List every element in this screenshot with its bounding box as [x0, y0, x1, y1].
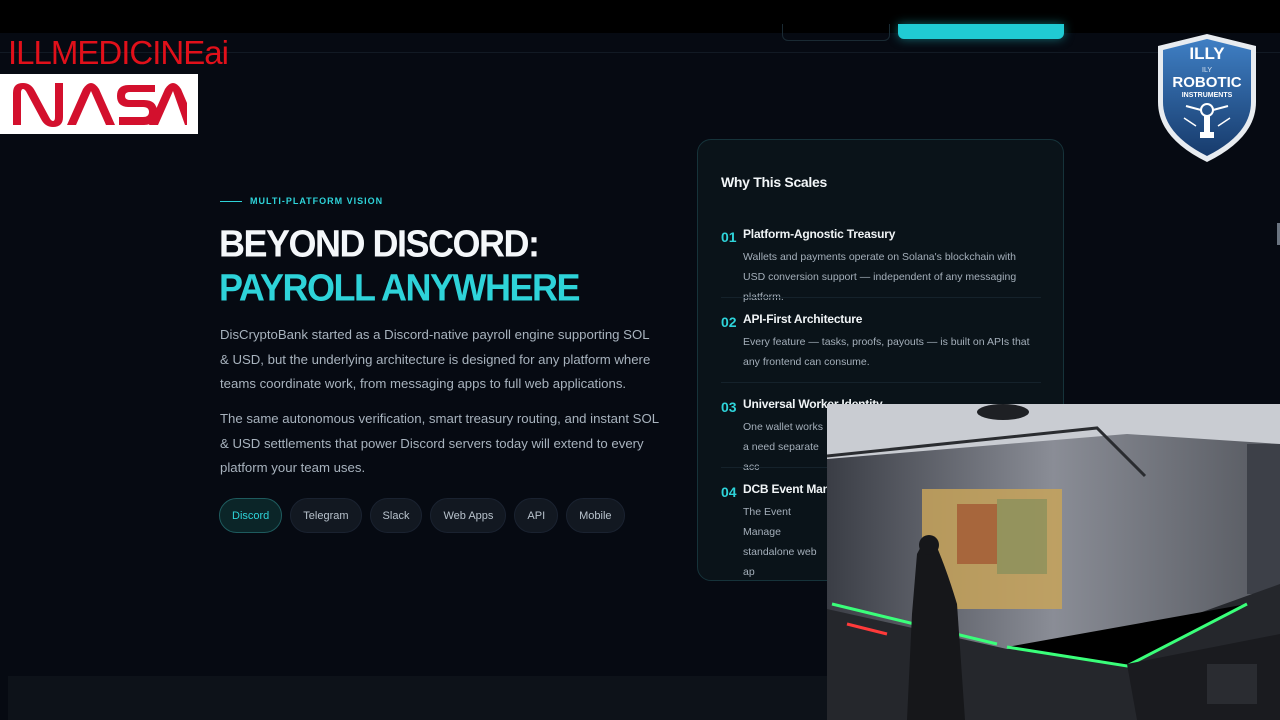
item-number: 02: [721, 314, 737, 330]
nav-secondary-button[interactable]: [782, 24, 890, 41]
badge-line4: INSTRUMENTS: [1182, 92, 1233, 99]
item-divider: [721, 382, 1041, 383]
item-description: Every feature — tasks, proofs, payouts —…: [743, 336, 1030, 368]
badge-line1: ILLY: [1189, 44, 1225, 63]
chip-api[interactable]: API: [514, 498, 559, 533]
eyebrow-line: [220, 200, 242, 202]
heading-line2: PAYROLL ANYWHERE: [219, 266, 581, 310]
illmedicine-watermark: ILLMEDICINEai: [8, 34, 229, 71]
illy-robotic-instruments-badge: ILLY ILY ROBOTIC INSTRUMENTS: [1154, 32, 1260, 164]
item-title: DCB Event Mana: [743, 482, 837, 496]
chip-discord[interactable]: Discord: [219, 498, 283, 533]
video-top-bar: [0, 0, 1280, 33]
item-number: 03: [721, 399, 737, 415]
item-description: Wallets and payments operate on Solana's…: [743, 251, 1017, 303]
section-eyebrow: MULTI-PLATFORM VISION: [220, 196, 383, 206]
item-description: One wallet works a need separate acc: [743, 421, 823, 473]
item-number: 01: [721, 229, 737, 245]
chip-telegram[interactable]: Telegram: [290, 498, 362, 533]
item-number: 04: [721, 484, 737, 500]
item-title: API-First Architecture: [743, 312, 863, 326]
platform-chips: Discord Telegram Slack Web Apps API Mobi…: [219, 498, 625, 533]
heading-line1: BEYOND DISCORD:: [219, 221, 540, 265]
vision-paragraph: The same autonomous verification, smart …: [220, 411, 659, 475]
intro-paragraph: DisCryptoBank started as a Discord-nativ…: [220, 327, 651, 391]
item-title: Platform-Agnostic Treasury: [743, 227, 896, 241]
panel-title: Why This Scales: [721, 174, 827, 190]
nasa-logo: [0, 74, 198, 134]
badge-line3: ROBOTIC: [1172, 74, 1241, 91]
item-divider: [721, 297, 1041, 298]
eyebrow-text: MULTI-PLATFORM VISION: [250, 196, 384, 206]
webcam-overlay: [827, 404, 1280, 720]
nav-cta-button[interactable]: [898, 24, 1064, 39]
chip-web-apps[interactable]: Web Apps: [430, 498, 507, 533]
badge-line2: ILY: [1202, 67, 1212, 74]
chip-mobile[interactable]: Mobile: [566, 498, 625, 533]
chip-slack[interactable]: Slack: [369, 498, 423, 533]
item-description: The Event Manage standalone web ap: [743, 506, 817, 578]
section-heading: BEYOND DISCORD: PAYROLL ANYWHERE: [219, 221, 581, 310]
